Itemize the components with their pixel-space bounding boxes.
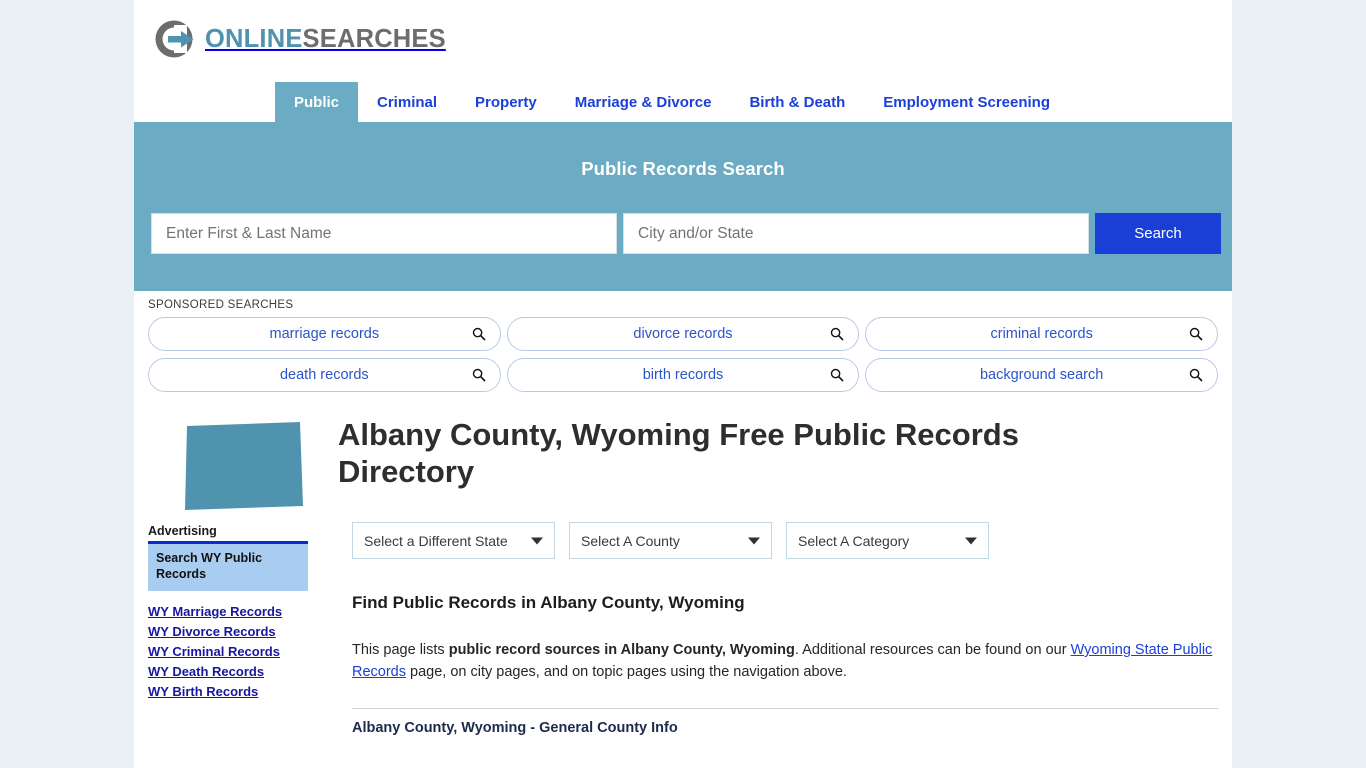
content-columns: Advertising Search WY Public Records WY … [148, 512, 1218, 736]
name-search-input[interactable] [151, 213, 617, 254]
sponsored-pill-birth-records[interactable]: birth records [506, 358, 860, 392]
select-category-dropdown[interactable]: Select A Category [786, 522, 989, 559]
tab-birth-death[interactable]: Birth & Death [730, 82, 864, 122]
sponsored-pill-marriage-records[interactable]: marriage records [148, 317, 501, 351]
site-logo[interactable]: ONLINESEARCHES [152, 17, 446, 61]
general-county-info-table: Albany County, Wyoming - General County … [352, 708, 1218, 736]
tab-marriage-divorce[interactable]: Marriage & Divorce [556, 82, 731, 122]
sidebar-link-wy-marriage-records[interactable]: WY Marriage Records [148, 604, 338, 619]
search-submit-button[interactable]: Search [1095, 213, 1221, 254]
primary-navigation: Public Criminal Property Marriage & Divo… [134, 82, 1232, 126]
advertising-label: Advertising [148, 524, 217, 538]
search-icon [1189, 368, 1203, 382]
search-icon [472, 368, 486, 382]
search-icon [831, 368, 844, 382]
search-panel-title: Public Records Search [581, 158, 785, 179]
intro-paragraph: This page lists public record sources in… [352, 639, 1218, 683]
sponsored-pill-criminal-records[interactable]: criminal records [865, 317, 1218, 351]
select-category-label: Select A Category [798, 532, 910, 549]
sponsored-pill-label: criminal records [990, 326, 1093, 342]
tab-property[interactable]: Property [456, 82, 556, 122]
search-form: Search [151, 213, 1221, 254]
sidebar-links: WY Marriage Records WY Divorce Records W… [148, 604, 338, 699]
select-county-label: Select A County [581, 532, 680, 549]
sponsored-searches-label: SPONSORED SEARCHES [148, 299, 294, 311]
tab-criminal[interactable]: Criminal [358, 82, 456, 122]
page-container: ONLINESEARCHES Public Criminal Property … [134, 0, 1232, 768]
page-title-row: Albany County, Wyoming Free Public Recor… [148, 398, 1218, 512]
section-heading: Find Public Records in Albany County, Wy… [352, 593, 745, 612]
page-title: Albany County, Wyoming Free Public Recor… [338, 417, 1019, 490]
tab-employment-screening[interactable]: Employment Screening [864, 82, 1069, 122]
public-records-search-panel: Public Records Search Search [134, 126, 1232, 291]
paragraph-text-3: page, on city pages, and on topic pages … [406, 664, 847, 681]
paragraph-text-2: . Additional resources can be found on o… [794, 642, 1071, 658]
sponsored-pill-divorce-records[interactable]: divorce records [506, 317, 860, 351]
sidebar-link-wy-death-records[interactable]: WY Death Records [148, 664, 338, 679]
table-heading: Albany County, Wyoming - General County … [352, 720, 678, 737]
paragraph-text-1: This page lists [352, 642, 449, 658]
logo-text-searches: SEARCHES [302, 24, 446, 53]
logo-text-online: ONLINE [205, 24, 303, 53]
search-icon [831, 327, 844, 341]
sponsored-pill-label: birth records [642, 367, 724, 383]
sidebar-link-wy-birth-records[interactable]: WY Birth Records [148, 684, 338, 699]
search-icon [1189, 327, 1203, 341]
left-sidebar: Advertising Search WY Public Records WY … [148, 512, 338, 699]
state-shape-container [148, 412, 338, 512]
chevron-down-icon [748, 537, 760, 544]
sponsored-searches-grid: marriage records divorce records crimina… [148, 317, 1218, 392]
tab-public[interactable]: Public [275, 82, 359, 122]
main-column: Select a Different State Select A County… [338, 512, 1218, 736]
sponsored-pill-label: marriage records [269, 326, 380, 342]
sponsored-pill-label: background search [979, 367, 1104, 383]
select-county-dropdown[interactable]: Select A County [569, 522, 772, 559]
chevron-down-icon [965, 537, 977, 544]
sidebar-link-wy-divorce-records[interactable]: WY Divorce Records [148, 624, 338, 639]
sponsored-pill-label: death records [279, 367, 369, 383]
location-search-input[interactable] [623, 213, 1089, 254]
site-header: ONLINESEARCHES [134, 0, 1232, 82]
sponsored-pill-background-search[interactable]: background search [865, 358, 1218, 392]
paragraph-bold-1: public record sources in Albany County, … [448, 642, 795, 658]
sponsored-searches-section: SPONSORED SEARCHES marriage records divo… [134, 291, 1232, 398]
filter-dropdowns: Select a Different State Select A County… [352, 522, 1218, 559]
select-state-dropdown[interactable]: Select a Different State [352, 522, 555, 559]
ad-search-wy-public-records[interactable]: Search WY Public Records [148, 541, 308, 591]
sponsored-pill-death-records[interactable]: death records [148, 358, 501, 392]
wyoming-state-shape-icon [185, 422, 303, 510]
chevron-down-icon [531, 537, 543, 544]
sidebar-link-wy-criminal-records[interactable]: WY Criminal Records [148, 644, 338, 659]
circular-arrow-logo-icon [155, 20, 194, 58]
select-state-label: Select a Different State [364, 532, 508, 549]
sponsored-pill-label: divorce records [633, 326, 733, 342]
main-content: Albany County, Wyoming Free Public Recor… [134, 398, 1232, 736]
search-icon [472, 327, 486, 341]
